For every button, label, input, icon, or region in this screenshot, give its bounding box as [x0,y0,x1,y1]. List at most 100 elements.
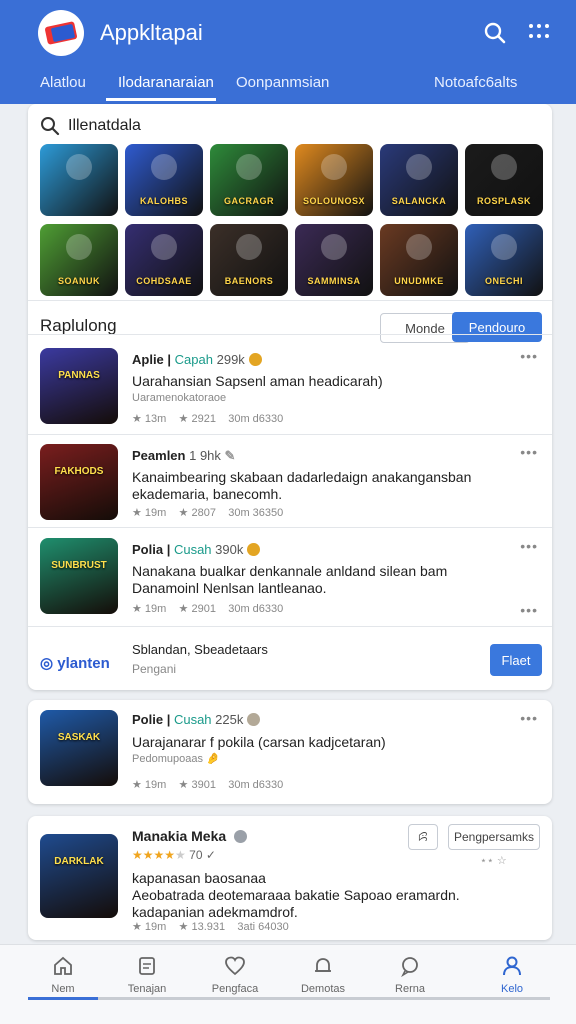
nav-home[interactable]: Nem [27,955,99,995]
app-thumbnail[interactable]: FAKHODS [40,444,118,520]
coin-icon [248,353,262,366]
app-count: 299k [216,352,245,367]
app-tag: Cusah [173,712,212,727]
search-row[interactable]: Illenatdala [40,114,141,138]
more-icon[interactable]: ••• [520,444,538,460]
tile-figure [406,234,432,260]
tile-caption: ONECHI [484,276,523,286]
nav-rerna[interactable]: Rerna [374,955,446,995]
promo-brand: ◎ ylanten [40,655,110,672]
app-card: SASKAK Polie | Cusah 225k Uarajanarar f … [28,700,552,804]
bell-icon [315,958,331,972]
app-tile[interactable]: COHDSAAE [125,224,203,296]
tile-caption: SOANUK [57,276,100,286]
active-tab-indicator [106,98,216,101]
top-tabs: Alatlou Ilodaranaraian Oonpanmsian Notoa… [0,66,576,104]
app-meta: ★ 19m ★ 2901 30m d6330 [132,603,284,615]
nav-demotas[interactable]: Demotas [287,955,359,995]
app-tile[interactable]: GACRAGR [210,144,288,216]
nav-kelo[interactable]: Kelo [476,955,548,995]
app-tile[interactable] [40,144,118,216]
tile-figure [491,154,517,180]
app-description: Uarajanarar f pokila (carsan kadjcetaran… [132,734,386,750]
home-icon [54,956,72,975]
tab-oonpanmsian[interactable]: Oonpanmsian [236,74,329,91]
app-thumbnail[interactable]: PANNAS [40,348,118,424]
search-small-icon [41,117,60,136]
app-thumbnail[interactable]: SASKAK [40,710,118,786]
app-name: Polie [132,712,164,727]
tab-notoafc6alts[interactable]: Notoafc6alts [434,74,517,91]
app-tile[interactable]: SALANCKA [380,144,458,216]
nav-pengfaca[interactable]: Pengfaca [199,955,271,995]
tile-figure [236,234,262,260]
app-tile[interactable]: BAENORS [210,224,288,296]
app-tile[interactable]: ONECHI [465,224,543,296]
app-description: kapanasan baosanaa Aeobatrada deotemaraaa… [132,870,460,920]
search-icon[interactable] [482,20,508,46]
app-count: 225k [215,712,244,727]
tile-figure [321,154,347,180]
app-meta: ★ 19m ★ 2807 30m 36350 [132,507,284,519]
tile-caption: SAMMINSA [307,276,361,286]
tile-caption: COHDSAAE [136,276,192,286]
bottom-nav: Nem Tenajan Pengfaca Demotas Rerna Kelo [0,944,576,1024]
tile-figure [66,234,92,260]
verified-icon [234,830,248,843]
app-title: Appkltapai [100,20,203,45]
app-meta: ★ 19m ★ 13.931 3ati 64030 [132,921,289,933]
app-thumbnail[interactable]: SUNBRUST [40,538,118,614]
tile-figure [66,154,92,180]
app-meta: ★ 19m ★ 3901 30m d6330 [132,779,284,791]
app-meta: ★ 13m ★ 2921 30m d6330 [132,413,284,425]
more-icon[interactable]: ••• [520,538,538,554]
app-count: 390k [215,542,244,557]
app-subtitle: Pedomupoaas 🤌 [132,753,220,765]
app-tile[interactable]: SOANUK [40,224,118,296]
more-icon[interactable]: ••• [520,602,538,618]
app-tile[interactable]: UNUDMKE [380,224,458,296]
nav-progress-track [98,997,550,1000]
profile-icon [503,956,521,976]
app-name: Peamlen [132,448,186,463]
app-thumbnail[interactable]: DARKLAK [40,834,118,918]
rate-icon[interactable]: ⋆⋆ ☆ [480,854,507,867]
rating-stars: ★★★★ [132,848,176,862]
app-description: Nanakana bualkar denkannale anldand sile… [132,563,448,596]
app-bar: Appkltapai Alatlou Ilodaranaraian Oonpan… [0,0,576,104]
tile-caption: BAENORS [224,276,274,286]
app-tile[interactable]: SOLOUNOSX [295,144,373,216]
heart-icon [225,956,245,976]
app-tile[interactable]: KALOHBS [125,144,203,216]
nav-progress-active [28,997,98,1000]
coin-icon [247,713,261,726]
app-tile[interactable]: ROSPLASK [465,144,543,216]
pencil-icon: ✎ [224,448,236,463]
open-button[interactable]: Pengpersamks [448,824,540,850]
app-tag: Capah [174,352,213,367]
nav-tenajan[interactable]: Tenajan [111,955,183,995]
document-icon [139,957,155,975]
tab-ilodaranaraian[interactable]: Ilodaranaraian [118,74,214,91]
tile-figure [236,154,262,180]
divider [28,434,552,435]
tile-caption: SOLOUNOSX [302,196,365,206]
share-button[interactable]: ꕸ [408,824,438,850]
divider [28,626,552,627]
app-tile[interactable]: SAMMINSA [295,224,373,296]
grid-menu-icon[interactable] [526,20,552,46]
primary-button[interactable]: Pendouro [452,312,542,342]
app-grid: KALOHBS GACRAGR SOLOUNOSX SALANCKA ROSPLASK S… [40,144,543,296]
tile-figure [491,234,517,260]
more-icon[interactable]: ••• [520,348,538,364]
promo-button[interactable]: Flaet [490,644,542,676]
app-count: 1 9hk [189,448,221,463]
app-name: Polia [132,542,164,557]
more-icon[interactable]: ••• [520,710,538,726]
tile-figure [321,234,347,260]
divider [28,334,552,335]
tab-alatlou[interactable]: Alatlou [40,74,86,91]
tile-figure [151,154,177,180]
section-title: Raplulong [40,316,117,335]
tile-caption: KALOHBS [140,196,188,206]
